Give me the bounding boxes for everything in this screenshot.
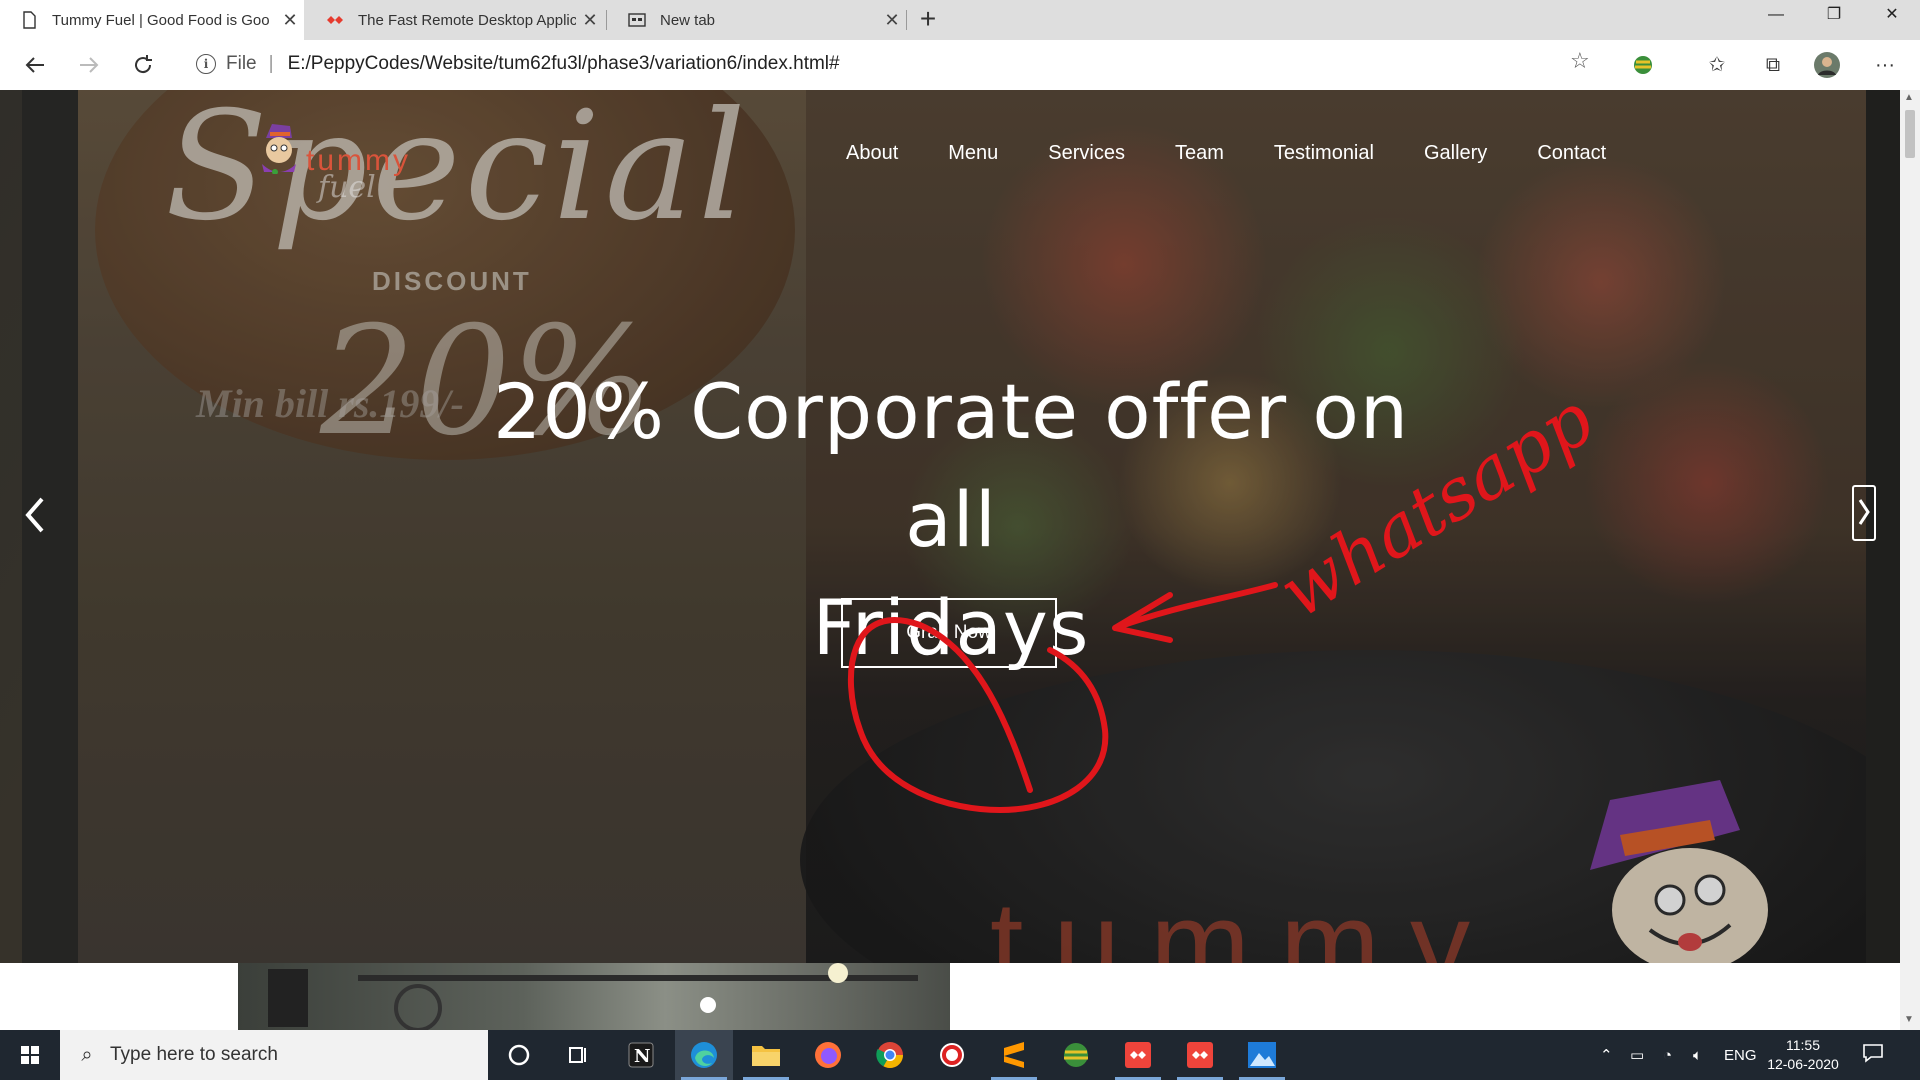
tab-title: The Fast Remote Desktop Applic [358,11,576,29]
toolbar: i File | E:/PeppyCodes/Website/tum62fu3l… [0,40,1920,91]
sublime-icon[interactable] [985,1030,1043,1080]
windows-taskbar: ⌕ Type here to search N ⌃ ▭ ◔ 🔈︎ ENG 11:… [0,1030,1920,1080]
logo-mascot-icon [262,124,296,174]
maximize-button[interactable]: ❐ [1806,0,1862,32]
tray-chevron-icon[interactable]: ⌃ [1600,1030,1613,1080]
back-arrow-icon [25,57,44,73]
wifi-icon[interactable]: ◔ [1663,1030,1672,1080]
battery-icon[interactable]: ▭ [1630,1030,1644,1080]
anydesk-icon [327,16,343,24]
nav-services[interactable]: Services [1048,142,1125,165]
address-bar[interactable]: i File | E:/PeppyCodes/Website/tum62fu3l… [182,46,1582,82]
info-icon[interactable]: i [196,54,216,74]
hero-title-line1: 20% Corporate offer on all [492,367,1409,564]
nav-about[interactable]: About [846,142,898,165]
tab-divider [606,10,607,30]
file-explorer-icon[interactable] [737,1030,795,1080]
svg-text:N: N [634,1046,650,1067]
start-button[interactable] [0,1030,60,1080]
refresh-icon [135,55,152,74]
gallery-image-content [268,963,918,1030]
extension-icon[interactable] [1626,48,1660,82]
scroll-thumb[interactable] [1905,110,1915,158]
tab-title: Tummy Fuel | Good Food is Goo [52,11,270,29]
language-indicator[interactable]: ENG [1724,1030,1757,1080]
task-view-icon[interactable] [550,1030,608,1080]
close-tab-icon[interactable]: ✕ [576,10,604,31]
tab-new-tab[interactable]: New tab ✕ [608,0,906,40]
clock-date: 12-06-2020 [1767,1056,1839,1072]
favorite-star-icon[interactable]: ☆ [1570,48,1590,74]
search-placeholder: Type here to search [110,1044,278,1065]
chevron-left-icon [25,497,44,533]
logo-subtext: fuel [318,170,376,205]
tab-anydesk[interactable]: The Fast Remote Desktop Applic ✕ [306,0,604,40]
tab-divider [906,10,907,30]
page-scrollbar[interactable]: ▲ ▼ [1900,90,1920,1030]
windows-logo-icon [21,1046,39,1064]
notion-icon[interactable]: N [612,1030,670,1080]
page-icon [23,11,36,29]
page-viewport: Special DISCOUNT 20% Min bill rs.199/- t… [0,90,1900,1030]
collections-icon[interactable]: ⧉ [1756,48,1790,82]
nav-gallery[interactable]: Gallery [1424,142,1487,165]
app-icon[interactable] [923,1030,981,1080]
earth-icon[interactable] [1047,1030,1105,1080]
url-text[interactable]: E:/PeppyCodes/Website/tum62fu3l/phase3/v… [288,53,840,75]
nav-contact[interactable]: Contact [1537,142,1606,165]
search-icon: ⌕ [81,1043,93,1066]
volume-icon[interactable]: 🔈︎ [1693,1030,1702,1080]
photos-icon[interactable] [1233,1030,1291,1080]
carousel-next-button[interactable] [1852,485,1876,541]
hero-carousel: Special DISCOUNT 20% Min bill rs.199/- t… [0,90,1900,963]
anydesk-icon[interactable] [1109,1030,1167,1080]
clock-time: 11:55 [1786,1037,1820,1053]
url-separator: | [268,53,274,74]
tab-strip: Tummy Fuel | Good Food is Goo ✕ The Fast… [0,0,1920,40]
nav-testimonial[interactable]: Testimonial [1274,142,1374,165]
scroll-up-icon[interactable]: ▲ [1904,92,1914,103]
system-clock[interactable]: 11:55 12-06-2020 [1758,1036,1848,1074]
anydesk-icon[interactable] [1171,1030,1229,1080]
cortana-icon[interactable] [490,1030,548,1080]
taskbar-search[interactable]: ⌕ Type here to search [60,1030,488,1080]
site-logo[interactable]: tummy fuel [258,112,458,205]
minimize-button[interactable]: — [1748,0,1804,32]
main-nav: About Menu Services Team Testimonial Gal… [846,142,1656,165]
new-tab-button[interactable]: + [910,2,946,38]
nav-menu[interactable]: Menu [948,142,998,165]
gallery-image [238,963,950,1030]
more-menu-icon[interactable]: ··· [1868,48,1902,82]
firefox-icon[interactable] [799,1030,857,1080]
chevron-right-icon [1858,499,1870,525]
chrome-icon[interactable] [861,1030,919,1080]
newtab-icon [628,13,646,27]
scroll-down-icon[interactable]: ▼ [1904,1014,1914,1025]
url-scheme: File [226,53,257,74]
edge-icon[interactable] [675,1030,733,1080]
close-window-button[interactable]: ✕ [1864,0,1920,32]
favorites-icon[interactable]: ✩ [1700,48,1734,82]
forward-button[interactable] [72,48,106,82]
grab-now-button[interactable]: Grab Now [841,598,1057,668]
tab-title: New tab [660,11,716,29]
close-tab-icon[interactable]: ✕ [878,10,906,31]
close-tab-icon[interactable]: ✕ [276,10,304,31]
tab-tummy-fuel[interactable]: Tummy Fuel | Good Food is Goo ✕ [0,0,304,40]
carousel-prev-button[interactable] [14,485,54,545]
avatar[interactable] [1810,48,1844,82]
back-button[interactable] [18,48,52,82]
nav-team[interactable]: Team [1175,142,1224,165]
refresh-button[interactable] [126,48,160,82]
forward-arrow-icon [80,57,99,73]
notification-icon[interactable] [1862,1042,1884,1064]
